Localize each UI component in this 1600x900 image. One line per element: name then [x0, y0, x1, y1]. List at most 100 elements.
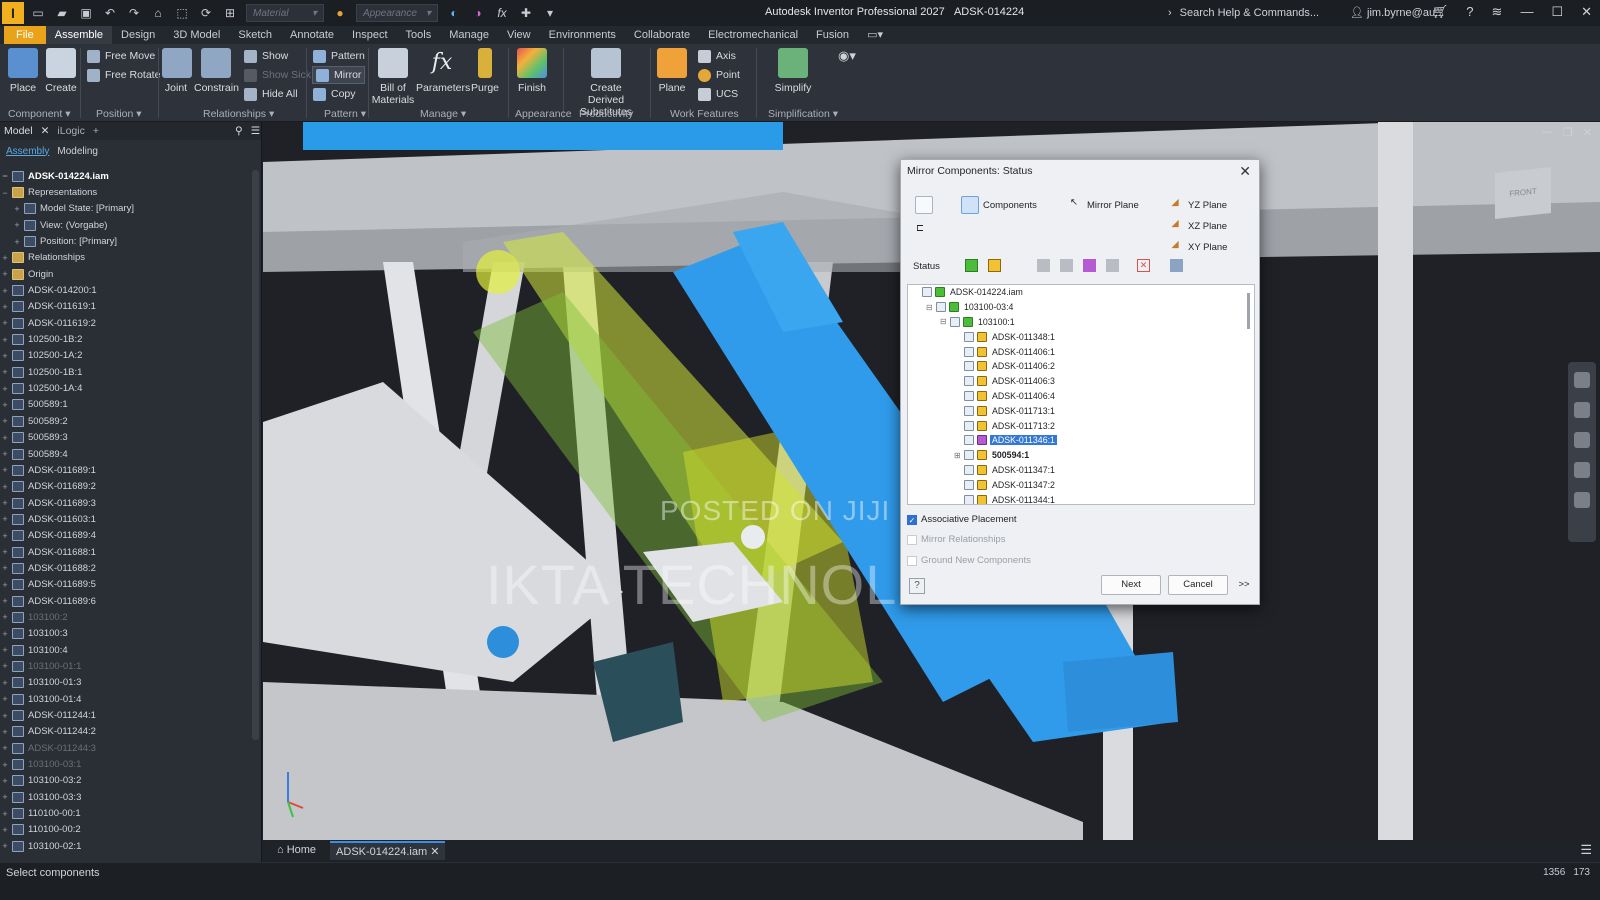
maximize-icon[interactable]: ☐ [1551, 4, 1563, 20]
expand-icon[interactable]: + [0, 400, 10, 410]
status-icon[interactable] [977, 346, 987, 357]
cart-icon[interactable]: 🛒︎ [1432, 4, 1449, 20]
checkbox-unchecked[interactable] [907, 534, 917, 545]
expand-icon[interactable]: + [0, 743, 10, 753]
plus-icon[interactable]: ✚ [518, 6, 534, 20]
close-icon[interactable]: ✕ [430, 846, 439, 858]
expand-icon[interactable]: + [0, 335, 10, 345]
new-file-icon[interactable]: ▭ [30, 6, 46, 20]
tree-item[interactable]: +102500-1B:2 [0, 331, 250, 347]
tree-root[interactable]: − ADSK-014224.iam [0, 168, 250, 184]
browser-scrollbar[interactable] [252, 170, 259, 740]
mirror-components-tree[interactable]: ADSK-014224.iam ⊟ 103100-03:4 ⊟ 103100:1 ADSK… [907, 284, 1255, 505]
tree-item[interactable]: +102500-1A:2 [0, 348, 250, 364]
tree-item[interactable]: + ADSK-011244:1 [0, 707, 250, 723]
tab-annotate[interactable]: Annotate [281, 26, 343, 44]
expand-icon[interactable]: ⊟ [926, 303, 936, 312]
tree-item[interactable]: +103100:4 [0, 642, 250, 658]
open-folder-icon[interactable]: ▰ [54, 6, 70, 20]
expand-icon[interactable]: + [0, 792, 10, 802]
redo-icon[interactable]: ↷ [126, 6, 142, 20]
steering-wheel-icon[interactable] [1574, 372, 1590, 388]
expand-icon[interactable]: + [0, 384, 10, 394]
purge-button[interactable]: Purge [470, 48, 500, 94]
expand-icon[interactable]: + [0, 302, 10, 312]
tab-modeling[interactable]: Modeling [57, 146, 98, 157]
place-button[interactable]: Place [8, 48, 38, 94]
group-position[interactable]: Position ▾ [96, 108, 142, 120]
expand-icon[interactable]: + [0, 776, 10, 786]
expand-icon[interactable]: + [0, 841, 10, 851]
expand-icon[interactable]: + [0, 629, 10, 639]
tree-item[interactable]: +103100-03:2 [0, 773, 250, 789]
search-help-input[interactable]: › Search Help & Commands... [1168, 4, 1340, 22]
close-icon[interactable]: ✕ [1239, 163, 1251, 180]
status-icon[interactable] [949, 302, 959, 313]
expand-icon[interactable]: + [12, 204, 22, 214]
tree-item[interactable]: + ADSK-011244:3 [0, 740, 250, 756]
mirror-tree-row[interactable]: ADSK-011348:1 [908, 329, 1254, 344]
tab-design[interactable]: Design [112, 26, 164, 44]
tree-item[interactable]: + ADSK-014200:1 [0, 282, 250, 298]
tree-item[interactable]: + ADSK-011619:1 [0, 299, 250, 315]
tab-assembly[interactable]: Assembly [6, 146, 49, 157]
dialog-mode-button-2[interactable]: ⊏ [915, 222, 933, 240]
connect-icon[interactable]: ≋ [1492, 4, 1503, 20]
mirror-tree-row[interactable]: ADSK-011406:4 [908, 389, 1254, 404]
pattern-button[interactable]: Pattern [313, 47, 365, 65]
tab-environments[interactable]: Environments [540, 26, 625, 44]
status-icon[interactable] [977, 331, 987, 342]
minimize-icon[interactable]: — [1542, 126, 1553, 139]
appearance-globe-icon[interactable]: ● [332, 6, 348, 20]
expand-icon[interactable]: ⊟ [940, 317, 950, 326]
status-icon[interactable] [977, 464, 987, 475]
fx-icon[interactable]: fx [494, 6, 510, 20]
close-icon[interactable]: ✕ [1581, 4, 1592, 20]
simplify-button[interactable]: Simplify [773, 48, 813, 94]
status-icon[interactable] [977, 450, 987, 461]
status-reuse-std-icon[interactable] [1060, 259, 1073, 272]
tree-item[interactable]: +103100-02:1 [0, 838, 250, 854]
tree-item[interactable]: +500589:4 [0, 446, 250, 462]
tab-tools[interactable]: Tools [397, 26, 441, 44]
tab-ilogic[interactable]: iLogic [57, 125, 84, 137]
tab-3d-model[interactable]: 3D Model [164, 26, 229, 44]
adjust-icon[interactable]: ◑ [470, 6, 486, 20]
expand-icon[interactable]: + [0, 825, 10, 835]
expand-icon[interactable]: + [0, 694, 10, 704]
tab-manage[interactable]: Manage [440, 26, 498, 44]
tree-item[interactable]: +103100-01:4 [0, 691, 250, 707]
pan-hand-icon[interactable] [1574, 402, 1590, 418]
menu-icon[interactable]: ☰ [251, 125, 260, 137]
status-icon[interactable] [977, 494, 987, 504]
xy-plane-button[interactable]: ◢ XY Plane [1166, 238, 1227, 256]
minimize-icon[interactable]: — [1520, 4, 1533, 20]
expand-icon[interactable]: + [0, 612, 10, 622]
update-icon[interactable]: ⟳ [198, 6, 214, 20]
viewcube[interactable]: FRONT [1495, 167, 1551, 219]
mirror-tree-row[interactable]: ADSK-011347:1 [908, 463, 1254, 478]
tree-item[interactable]: +500589:2 [0, 413, 250, 429]
mirror-tree-row[interactable]: ⊟ 103100:1 [908, 315, 1254, 330]
status-delete-icon[interactable]: ✕ [1137, 259, 1150, 272]
status-icon[interactable] [977, 435, 987, 446]
tab-document[interactable]: ADSK-014224.iam ✕ [330, 840, 446, 860]
orbit-icon[interactable] [1574, 462, 1590, 478]
help-icon[interactable]: ? [1466, 4, 1473, 20]
mirror-tree-row[interactable]: ADSK-014224.iam [908, 285, 1254, 300]
tab-home[interactable]: ⌂ Home [271, 842, 322, 858]
search-icon[interactable]: ⚲ [235, 125, 243, 137]
ribbon-options-icon[interactable]: ▭▾ [858, 26, 892, 44]
mirror-tree-row[interactable]: ADSK-011344:1 [908, 492, 1254, 504]
tree-item[interactable]: + ADSK-011689:1 [0, 462, 250, 478]
expand-icon[interactable]: + [0, 531, 10, 541]
tree-item[interactable]: +102500-1A:4 [0, 380, 250, 396]
expand-icon[interactable]: + [0, 433, 10, 443]
yz-plane-button[interactable]: ◢ YZ Plane [1166, 196, 1227, 214]
bill-of-materials-button[interactable]: Bill of Materials [371, 48, 415, 106]
tree-item[interactable]: +102500-1B:1 [0, 364, 250, 380]
collapse-icon[interactable]: − [0, 171, 10, 181]
axis-button[interactable]: Axis [698, 47, 736, 65]
constrain-button[interactable]: Constrain [194, 48, 239, 94]
tab-file[interactable]: File [4, 26, 46, 44]
